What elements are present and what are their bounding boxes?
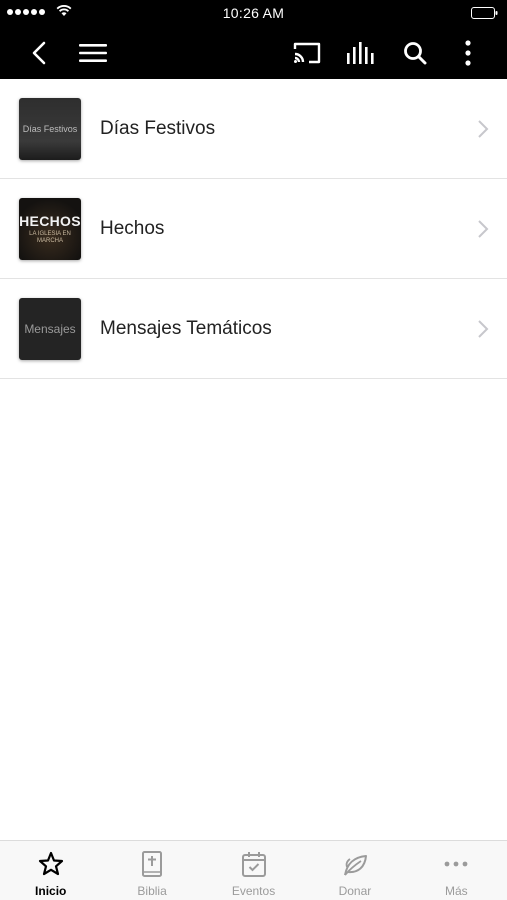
tab-label: Inicio: [35, 884, 67, 898]
chevron-right-icon: [478, 320, 489, 338]
list-item[interactable]: Mensajes Mensajes Temáticos: [0, 279, 507, 379]
cast-icon: [293, 42, 321, 63]
tab-biblia[interactable]: Biblia: [101, 841, 202, 900]
leaf-icon: [343, 855, 367, 876]
menu-button[interactable]: [76, 26, 110, 79]
search-icon: [404, 41, 427, 64]
more-options-button[interactable]: [455, 26, 481, 79]
audio-button[interactable]: [344, 26, 378, 79]
battery-icon: [471, 7, 498, 19]
back-button[interactable]: [24, 26, 54, 79]
chevron-left-icon: [32, 41, 46, 64]
status-bar: 10:26 AM: [0, 0, 507, 26]
list-item-label: Hechos: [100, 218, 165, 239]
tab-mas[interactable]: Más: [406, 841, 507, 900]
chevron-right-icon: [478, 120, 489, 138]
star-icon: [38, 851, 63, 876]
search-button[interactable]: [398, 26, 432, 79]
more-horizontal-icon: [444, 861, 468, 867]
tab-eventos[interactable]: Eventos: [203, 841, 304, 900]
series-thumbnail: HECHOS LA IGLESIA EN MARCHA: [19, 198, 81, 260]
more-vertical-icon: [465, 39, 471, 66]
list-item-label: Días Festivos: [100, 118, 216, 139]
series-thumbnail: Mensajes: [19, 298, 81, 360]
tab-label: Donar: [338, 884, 372, 898]
tab-label: Más: [444, 884, 468, 898]
tab-inicio[interactable]: Inicio: [0, 841, 101, 900]
chevron-right-icon: [478, 220, 489, 238]
cast-button[interactable]: [290, 26, 324, 79]
list-item-label: Mensajes Temáticos: [100, 318, 272, 339]
series-thumbnail: Días Festivos: [19, 98, 81, 160]
tab-label: Biblia: [137, 884, 167, 898]
hamburger-menu-icon: [79, 43, 107, 62]
calendar-icon: [241, 852, 266, 877]
tab-bar: Inicio Biblia Eventos Donar Más: [0, 840, 507, 900]
list-item[interactable]: Días Festivos Días Festivos: [0, 79, 507, 179]
list-item[interactable]: HECHOS LA IGLESIA EN MARCHA Hechos: [0, 179, 507, 279]
navigation-bar: [0, 26, 507, 79]
tab-donar[interactable]: Donar: [304, 841, 405, 900]
audio-bars-icon: [347, 41, 374, 64]
bible-icon: [142, 851, 163, 877]
series-list: Días Festivos Días Festivos HECHOS LA IG…: [0, 79, 507, 379]
tab-label: Eventos: [231, 884, 276, 898]
status-time: 10:26 AM: [222, 5, 285, 21]
